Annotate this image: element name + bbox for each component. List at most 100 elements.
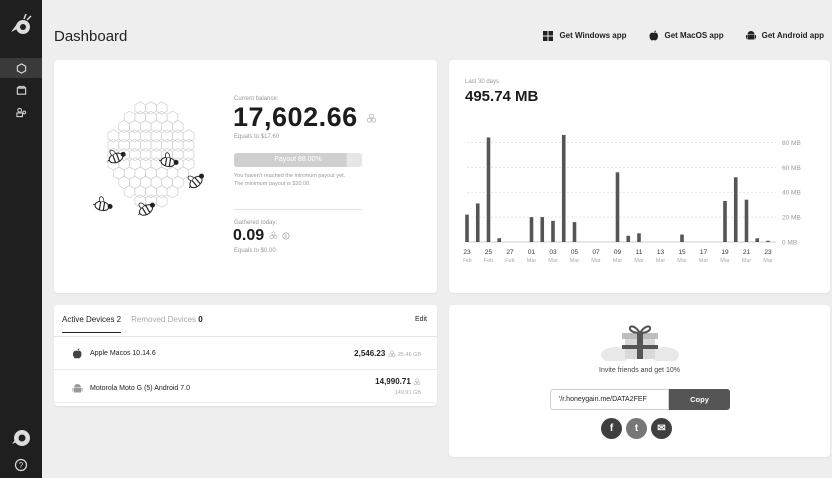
bar-04-mar[interactable]	[561, 134, 566, 242]
payout-progress-button[interactable]: Payout 88.00%	[234, 153, 362, 167]
x-tick-month: Mar	[699, 258, 709, 264]
gathered-today-amount: 0.09	[233, 227, 290, 245]
tab-removed-devices[interactable]: Removed Devices 0	[131, 315, 203, 333]
x-tick-label: 17 Mar	[699, 249, 709, 264]
bar-24-feb[interactable]	[475, 203, 480, 242]
svg-text:?: ?	[19, 461, 24, 470]
bar-20-mar[interactable]	[733, 177, 738, 242]
honeycomb-cell	[172, 147, 184, 162]
x-tick-month: Mar	[763, 258, 773, 264]
honeycomb-cell	[161, 138, 173, 152]
sidebar-item-dashboard[interactable]	[0, 58, 42, 78]
x-tick-label: 05 Mar	[570, 249, 580, 264]
facebook-share-button[interactable]: f	[601, 418, 622, 439]
y-tick-label: 0 MB	[782, 240, 797, 247]
honeycomb-cell	[182, 147, 195, 162]
x-tick-label: 07 Mar	[591, 249, 601, 264]
bar-21-mar[interactable]	[744, 199, 749, 242]
devices-tabs: Active Devices 2 Removed Devices 0	[62, 315, 203, 333]
bar-09-mar[interactable]	[615, 172, 620, 242]
traffic-period-label: Last 30 days	[465, 79, 500, 85]
device-name: Apple Macos 10.14.6	[90, 350, 156, 357]
bar-23-feb[interactable]	[465, 214, 469, 242]
get-android-app-link[interactable]: Get Android app	[745, 30, 824, 41]
x-tick-day: 17	[700, 249, 708, 256]
android-icon	[745, 31, 756, 40]
edit-devices-button[interactable]: Edit	[415, 316, 427, 323]
honeycomb-cell	[156, 185, 168, 199]
honeycomb-cell	[118, 138, 130, 152]
current-balance-amount: 17,602.66	[233, 102, 377, 133]
device-row[interactable]: Motorola Moto G (5) Android 7.0 14,990.7…	[54, 371, 437, 403]
copy-link-button[interactable]: Copy	[669, 389, 730, 410]
twitter-share-button[interactable]: t	[626, 418, 647, 439]
help-icon[interactable]: ?	[14, 458, 28, 472]
x-tick-label: 23 Mar	[763, 249, 773, 264]
gathered-equals: Equals to $0.00	[234, 248, 276, 254]
tab-active-devices[interactable]: Active Devices 2	[62, 315, 122, 333]
honeycomb-cell	[145, 185, 157, 199]
honeycomb-cell	[118, 129, 130, 143]
x-tick-month: Feb	[505, 258, 514, 264]
balance-amount-value: 17,602.66	[233, 102, 358, 132]
honeycomb-cell	[107, 129, 120, 143]
bar-23-mar[interactable]	[766, 240, 770, 242]
bar-11-mar[interactable]	[637, 233, 641, 242]
x-tick-day: 11	[636, 249, 643, 256]
bar-15-mar[interactable]	[680, 234, 684, 242]
x-tick-month: Mar	[591, 258, 601, 264]
twitter-icon: t	[634, 423, 639, 434]
credits-icon	[366, 113, 376, 124]
honeycomb-illustration	[93, 101, 204, 216]
x-tick-label: 23 Feb	[463, 249, 472, 264]
get-macos-app-link[interactable]: Get MacOS app	[649, 30, 724, 41]
device-earnings: 14,990.71 149.91 GB	[375, 377, 421, 398]
x-tick-day: 01	[528, 249, 536, 256]
x-tick-label: 09 Mar	[613, 249, 623, 264]
gathered-today-label: Gathered today:	[234, 220, 278, 226]
honeycomb-cell	[161, 129, 173, 143]
honeygain-bee-icon[interactable]	[10, 426, 32, 448]
bar-03-mar[interactable]	[551, 220, 555, 242]
x-tick-day: 05	[571, 249, 579, 256]
bar-19-mar[interactable]	[723, 200, 727, 242]
get-windows-app-link[interactable]: Get Windows app	[543, 30, 627, 41]
x-tick-day: 27	[506, 249, 514, 256]
bee-icon	[93, 196, 113, 212]
info-icon[interactable]	[282, 232, 290, 240]
wallet-icon	[16, 85, 26, 95]
honeycomb-cell	[150, 138, 163, 152]
bar-01-mar[interactable]	[529, 217, 534, 242]
honeycomb-cell	[150, 119, 163, 134]
bar-05-mar[interactable]	[572, 222, 577, 242]
sidebar-item-referrals[interactable]	[0, 102, 42, 122]
share-buttons: f t ✉	[601, 418, 672, 439]
credits-icon	[388, 350, 395, 358]
bar-10-mar[interactable]	[626, 235, 631, 242]
x-tick-day: 21	[743, 249, 751, 256]
device-row[interactable]: Apple Macos 10.14.6 2,546.23 25.46 GB	[54, 338, 437, 370]
sidebar-item-wallet[interactable]	[0, 80, 42, 100]
bar-26-feb[interactable]	[497, 238, 502, 242]
honeygain-logo-icon[interactable]	[8, 12, 34, 38]
bar-02-mar[interactable]	[540, 217, 545, 242]
email-icon: ✉	[657, 423, 666, 434]
credits-icon	[413, 378, 421, 386]
email-share-button[interactable]: ✉	[651, 418, 672, 439]
header: Dashboard Get Windows app Get MacOS app …	[42, 0, 832, 60]
y-tick-label: 20 MB	[782, 215, 801, 222]
x-tick-day: 19	[721, 249, 729, 256]
hexagon-icon	[16, 62, 26, 74]
x-tick-label: 13 Mar	[656, 249, 666, 264]
x-tick-label: 15 Mar	[677, 249, 687, 264]
app: ? Dashboard Get Windows app Get MacOS ap…	[0, 0, 832, 478]
credits-icon	[269, 231, 277, 240]
x-tick-day: 09	[614, 249, 622, 256]
bar-25-feb[interactable]	[486, 137, 491, 242]
device-traffic-size: 149.91 GB	[394, 390, 421, 396]
bee-icon	[187, 173, 204, 189]
x-tick-month: Mar	[548, 258, 558, 264]
divider	[234, 209, 362, 210]
referral-link-field[interactable]: '/r.honeygain.me/DATA2FEF	[550, 389, 669, 410]
bar-22-mar[interactable]	[755, 238, 760, 242]
